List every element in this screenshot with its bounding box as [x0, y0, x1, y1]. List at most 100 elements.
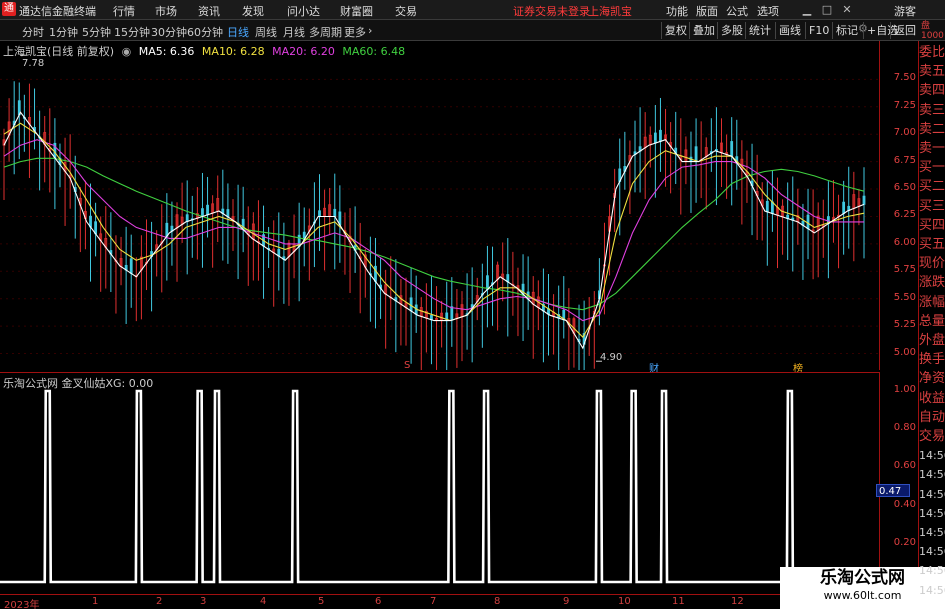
minimize-icon[interactable]: ▁ [800, 2, 814, 17]
quote-row-label: 买三 [919, 198, 945, 214]
menu-item[interactable]: 发现 [242, 3, 264, 19]
quote-row-label: 卖二 [919, 121, 945, 137]
candle-body [659, 129, 662, 142]
indicator-chart[interactable] [0, 373, 880, 594]
right-menu-item[interactable]: 公式 [726, 3, 748, 19]
quote-row-label: 买一 [919, 160, 945, 176]
price-axis-tick: 6.50 [893, 182, 916, 194]
app-title: 通达信金融终端 [19, 5, 96, 18]
period-tab[interactable]: 30分钟 [151, 24, 187, 40]
quote-row-label: 现价 [919, 256, 945, 272]
toolbar-button[interactable]: 画线 [775, 22, 804, 39]
candle-body [450, 306, 454, 321]
date-axis-tick: 8 [494, 596, 501, 607]
toolbar-button[interactable]: 统计 [745, 22, 774, 39]
ma-line-ma60 [3, 157, 865, 311]
menu-item[interactable]: 市场 [155, 3, 177, 19]
period-tab[interactable]: 5分钟 [82, 24, 111, 40]
date-axis-tick: 2 [156, 596, 163, 607]
indicator-axis-tick: 0.80 [893, 422, 916, 434]
event-marker-s[interactable]: S [404, 360, 410, 371]
candle-body [653, 132, 657, 144]
quote-row-label: 14:56 [919, 468, 945, 482]
quote-row-label: 14:56 [919, 526, 945, 539]
login-status[interactable]: 证券交易未登录 [513, 3, 590, 19]
menu-item[interactable]: 问小达 [287, 3, 320, 19]
date-axis-tick: 2023年 [4, 600, 40, 609]
guest-label[interactable]: 游客 [894, 3, 916, 19]
period-tab[interactable]: 多周期 [309, 24, 342, 40]
low-price-label: 4.90 [600, 352, 623, 363]
candle-body [765, 200, 769, 213]
price-axis-tick: 5.25 [893, 319, 916, 331]
date-axis-tick: 11 [672, 596, 685, 607]
price-chart[interactable] [0, 41, 880, 370]
chevron-right-icon[interactable]: › [368, 24, 372, 37]
period-tab[interactable]: 更多 [344, 24, 366, 40]
menu-item[interactable]: 交易 [395, 3, 417, 19]
indicator-axis-tick: 0.60 [893, 460, 916, 472]
candle-body [694, 146, 698, 163]
candle-body [771, 201, 774, 214]
candle-body [374, 265, 377, 282]
candle-body [185, 214, 189, 222]
toolbar-button[interactable]: 返回 [890, 22, 919, 39]
quote-row-label: 买二 [919, 179, 945, 195]
price-axis-tick: 5.00 [893, 346, 916, 358]
toolbar-button[interactable]: 标记 [832, 22, 861, 39]
period-tab[interactable]: 15分钟 [114, 24, 150, 40]
date-axis [0, 594, 880, 609]
close-icon[interactable]: ✕ [840, 2, 854, 17]
quote-row-label: 外盘 [919, 333, 945, 348]
date-axis-tick: 10 [618, 596, 631, 607]
maximize-icon[interactable]: □ [820, 2, 834, 17]
period-tab[interactable]: 月线 [283, 24, 305, 40]
menu-item[interactable]: 财富圈 [340, 3, 373, 19]
candle-body [730, 141, 734, 157]
date-axis-tick: 7 [430, 596, 437, 607]
date-axis-tick: 1 [92, 596, 99, 607]
toolbar-button[interactable]: 多股 [717, 22, 746, 39]
quote-row-label: 涨幅 [919, 294, 945, 310]
quote-row-label: 卖五 [919, 64, 945, 80]
date-axis-tick: 3 [200, 596, 207, 607]
quote-row-label: 委比 [919, 45, 945, 60]
toolbar-button[interactable]: 复权 [661, 22, 690, 39]
quote-top-label: 盘 1000 [921, 21, 944, 41]
right-menu-item[interactable]: 功能 [666, 3, 688, 19]
app-logo-icon: 通 [2, 2, 16, 16]
quote-row-label: 收益 [919, 390, 945, 406]
candle-body [129, 258, 133, 274]
quote-row-label: 卖三 [919, 102, 945, 118]
menu-item[interactable]: 行情 [113, 3, 135, 19]
period-tab[interactable]: 周线 [255, 24, 277, 40]
period-tab[interactable]: 分时 [22, 24, 44, 40]
period-tab[interactable]: 日线 [227, 24, 249, 40]
candle-body [333, 208, 337, 217]
candle-body [165, 222, 169, 237]
toolbar-button[interactable]: 叠加 [689, 22, 718, 39]
quote-row-label: 14:56 [919, 449, 945, 463]
price-axis-tick: 6.25 [893, 209, 916, 221]
indicator-axis-tick: 1.00 [893, 384, 916, 395]
date-axis-tick: 4 [260, 596, 267, 607]
candle-body [486, 275, 489, 290]
price-axis-tick: 7.50 [893, 72, 916, 84]
menu-item[interactable]: 资讯 [198, 3, 220, 19]
toolbar-button[interactable]: F10 [805, 22, 832, 39]
top-stock-name: 上海凯宝 [588, 5, 632, 18]
date-axis-tick: 12 [731, 596, 744, 607]
high-price-label: 7.78 [22, 58, 45, 69]
right-menu-item[interactable]: 选项 [757, 3, 779, 19]
right-menu-item[interactable]: 版面 [696, 3, 718, 19]
quote-row-label: 卖四 [919, 83, 945, 99]
quote-row-label: 换手 [919, 352, 945, 368]
indicator-axis-tick: 0.20 [893, 536, 916, 548]
quote-row-label: 总量 [919, 313, 945, 329]
period-tab[interactable]: 60分钟 [187, 24, 223, 40]
period-tab[interactable]: 1分钟 [49, 24, 78, 40]
date-axis-tick: 9 [563, 596, 570, 607]
candle-body [806, 214, 810, 230]
quote-row-label: 14:56 [919, 583, 945, 597]
quote-row-label: 涨跌 [919, 275, 945, 291]
